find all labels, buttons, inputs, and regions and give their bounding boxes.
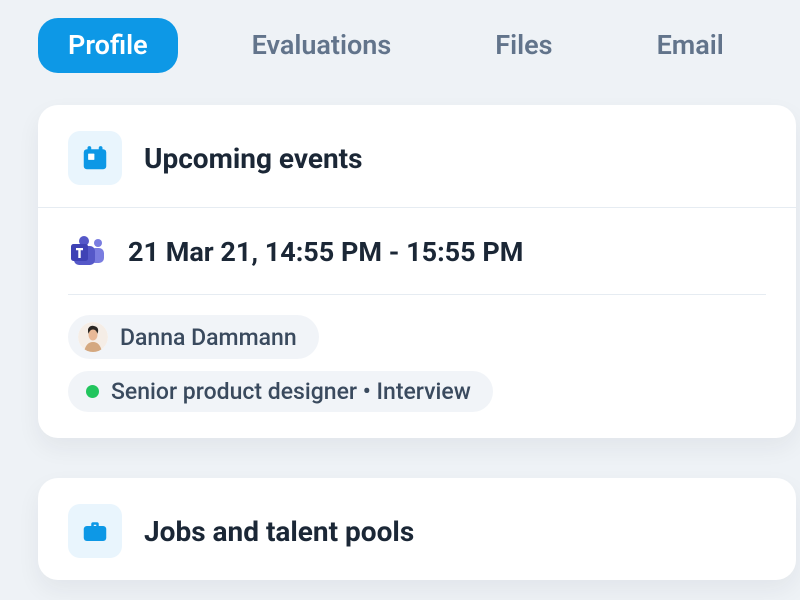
upcoming-events-header: Upcoming events xyxy=(38,105,796,208)
teams-icon xyxy=(68,232,108,272)
role-pill[interactable]: Senior product designer • Interview xyxy=(68,371,493,412)
event-time-row[interactable]: 21 Mar 21, 14:55 PM - 15:55 PM xyxy=(38,208,796,294)
role-line: Senior product designer • Interview xyxy=(111,378,471,405)
status-dot-icon xyxy=(86,385,99,398)
jobs-card-title: Jobs and talent pools xyxy=(144,515,414,548)
tabs-bar: Profile Evaluations Files Email Ta xyxy=(38,18,800,73)
tab-profile[interactable]: Profile xyxy=(38,18,178,73)
tab-evaluations[interactable]: Evaluations xyxy=(222,18,422,73)
avatar xyxy=(78,322,108,352)
tab-email[interactable]: Email xyxy=(627,18,754,73)
calendar-icon xyxy=(68,131,122,185)
jobs-card-header: Jobs and talent pools xyxy=(38,478,796,580)
participant-name: Danna Dammann xyxy=(120,324,297,351)
upcoming-events-title: Upcoming events xyxy=(144,142,363,175)
participant-pill[interactable]: Danna Dammann xyxy=(68,315,319,359)
upcoming-events-card: Upcoming events 21 Mar 21, 14:55 PM - 15… xyxy=(38,105,796,438)
tab-files[interactable]: Files xyxy=(465,18,582,73)
jobs-card: Jobs and talent pools xyxy=(38,478,796,580)
event-badges: Danna Dammann Senior product designer • … xyxy=(38,295,796,438)
briefcase-icon xyxy=(68,504,122,558)
event-time: 21 Mar 21, 14:55 PM - 15:55 PM xyxy=(128,236,523,268)
